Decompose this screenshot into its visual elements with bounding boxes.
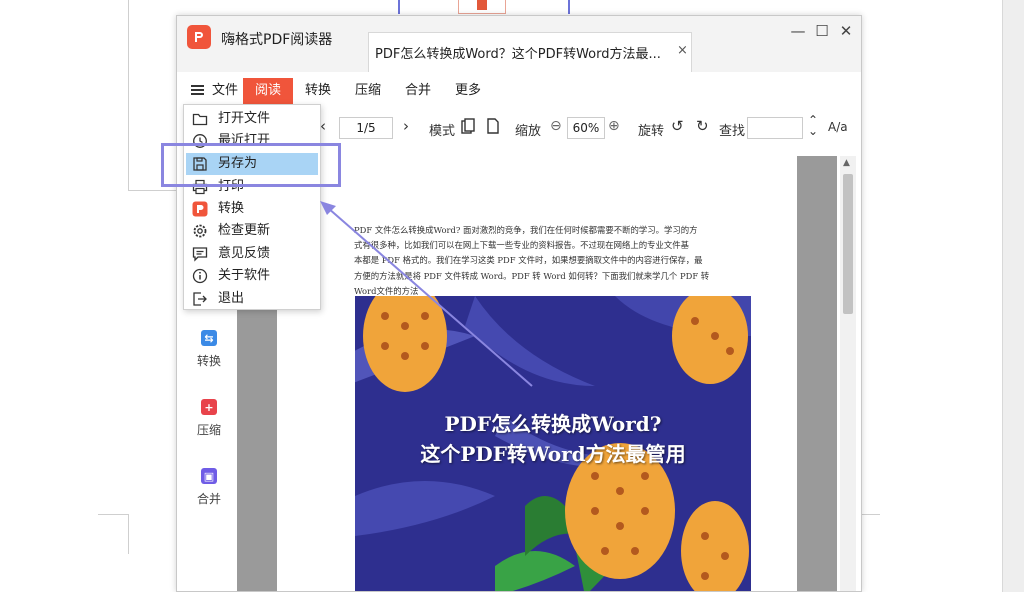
annotation-arrow bbox=[320, 201, 533, 387]
